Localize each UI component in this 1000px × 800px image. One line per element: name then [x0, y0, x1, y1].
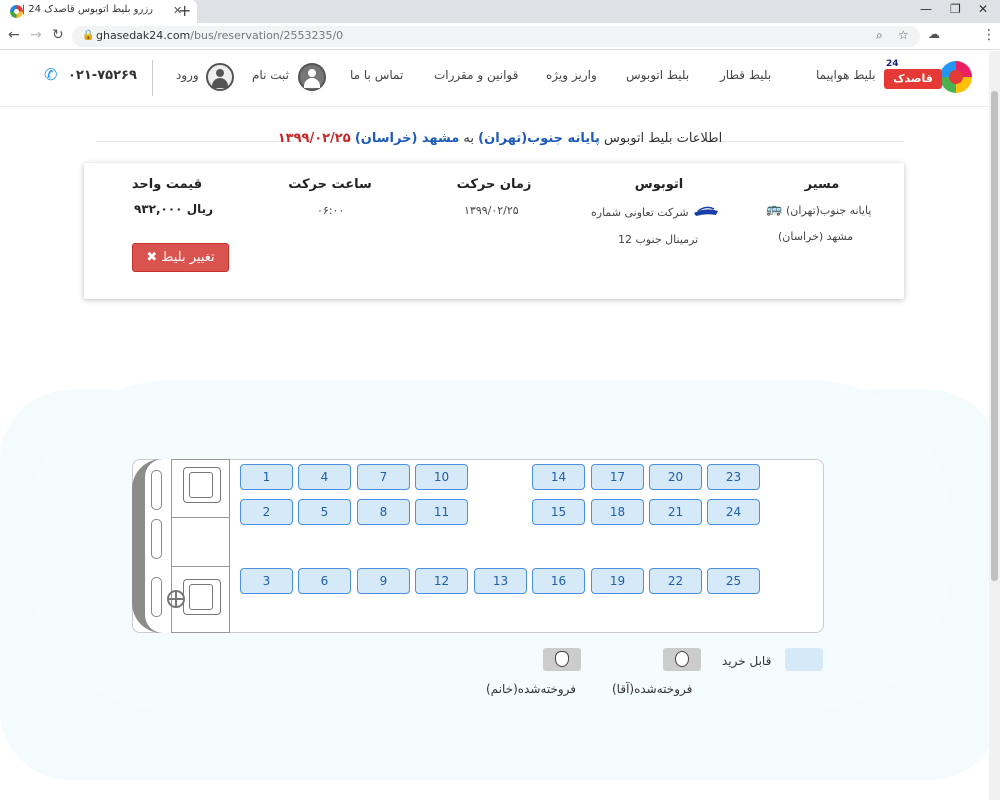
site-logo[interactable]: قاصدک 24: [884, 59, 974, 97]
company-logo-icon: [694, 206, 718, 216]
browser-tab[interactable]: رزرو بلیط اتوبوس قاصدک 24 | ✕: [0, 0, 197, 23]
url-text: ghasedak24.com/bus/reservation/2553235/0: [96, 29, 344, 42]
new-tab-icon[interactable]: +: [178, 1, 191, 20]
forward-icon[interactable]: →: [30, 27, 42, 43]
seat-available[interactable]: 7: [357, 464, 410, 490]
seat-available[interactable]: 5: [298, 499, 351, 525]
time-heading: ساعت حرکت: [288, 177, 372, 192]
register-icon[interactable]: [298, 63, 326, 91]
header-divider: [152, 60, 153, 96]
seat-available[interactable]: 23: [707, 464, 760, 490]
legend-sold-male-label: فروخته‌شده(آقا): [612, 682, 693, 696]
nav-item-flight[interactable]: بلیط هواپیما: [816, 68, 876, 82]
logo-circle-icon: [940, 61, 972, 93]
bus-icon: 🚌: [766, 202, 783, 217]
site-header: قاصدک 24 بلیط هواپیما بلیط قطار بلیط اتو…: [0, 51, 1000, 107]
seat-available[interactable]: 22: [649, 568, 702, 594]
page-scrollbar[interactable]: [989, 51, 1000, 800]
cab-divider: [171, 566, 230, 567]
nav-item-train[interactable]: بلیط قطار: [720, 68, 771, 82]
bus-window: [151, 470, 162, 510]
guide-seat-icon: [183, 467, 221, 503]
seat-available[interactable]: 8: [357, 499, 410, 525]
seat-available[interactable]: 19: [591, 568, 644, 594]
departure-date: ۱۳۹۹/۰۲/۲۵: [464, 204, 519, 217]
reload-icon[interactable]: ↻: [52, 27, 64, 43]
route-heading: مسیر: [804, 177, 840, 192]
seat-available[interactable]: 18: [591, 499, 644, 525]
seat-available[interactable]: 21: [649, 499, 702, 525]
tab-title: رزرو بلیط اتوبوس قاصدک 24 |: [23, 4, 153, 15]
url-input[interactable]: 🔒 ghasedak24.com/bus/reservation/2553235…: [72, 26, 920, 47]
legend-available-swatch: [785, 648, 823, 671]
seat-available[interactable]: 16: [532, 568, 585, 594]
address-bar: ← → ↻ 🔒 ghasedak24.com/bus/reservation/2…: [0, 23, 1000, 50]
seat-available[interactable]: 6: [298, 568, 351, 594]
driver-seat-icon: [183, 579, 221, 615]
seat-available[interactable]: 15: [532, 499, 585, 525]
close-icon: ✖: [146, 250, 158, 265]
bus-heading: اتوبوس: [634, 177, 684, 192]
route-to: مشهد (خراسان): [778, 230, 854, 243]
seat-available[interactable]: 10: [415, 464, 468, 490]
browser-menu-icon[interactable]: ⋮: [982, 27, 996, 43]
seat-available[interactable]: 9: [357, 568, 410, 594]
seat-available[interactable]: 11: [415, 499, 468, 525]
window-close-icon[interactable]: ✕: [978, 2, 988, 16]
register-link[interactable]: ثبت نام: [252, 68, 289, 82]
seat-available[interactable]: 1: [240, 464, 293, 490]
nav-item-deposit[interactable]: واریز ویژه: [546, 68, 597, 82]
bus-window: [151, 577, 162, 617]
price-heading: قیمت واحد: [131, 177, 203, 192]
seat-available[interactable]: 2: [240, 499, 293, 525]
seat-available[interactable]: 20: [649, 464, 702, 490]
back-icon[interactable]: ←: [8, 27, 20, 43]
female-face-icon: [543, 648, 581, 671]
zoom-icon[interactable]: ⌕: [876, 28, 883, 43]
support-phone[interactable]: ۰۲۱-۷۵۲۶۹: [68, 68, 137, 83]
ticket-card: مسیر 🚌 پایانه جنوب(تهران) مشهد (خراسان) …: [84, 163, 904, 299]
legend-available-label: قابل خرید: [722, 654, 772, 668]
seat-available[interactable]: 12: [415, 568, 468, 594]
login-link[interactable]: ورود: [176, 68, 199, 82]
seat-available[interactable]: 13: [474, 568, 527, 594]
lock-icon: 🔒: [82, 30, 95, 41]
steering-wheel-icon: [167, 590, 185, 608]
restore-icon[interactable]: ❐: [950, 2, 961, 16]
bus-window: [151, 519, 162, 559]
date-heading: زمان حرکت: [456, 177, 532, 192]
seat-available[interactable]: 4: [298, 464, 351, 490]
seat-available[interactable]: 24: [707, 499, 760, 525]
seat-available[interactable]: 3: [240, 568, 293, 594]
logo-text: قاصدک: [884, 69, 942, 89]
ticket-info-title: اطلاعات بلیط اتوبوس پایانه جنوب(تهران) ب…: [277, 131, 723, 146]
male-face-icon: [663, 648, 701, 671]
change-ticket-button[interactable]: تغییر بلیط ✖: [132, 243, 229, 272]
login-icon[interactable]: [206, 63, 234, 91]
phone-icon: ✆: [44, 65, 58, 84]
seat-available[interactable]: 25: [707, 568, 760, 594]
nav-item-contact[interactable]: تماس با ما: [350, 68, 403, 82]
minimize-icon[interactable]: —: [920, 2, 932, 16]
bus-company: شرکت تعاونی شماره: [591, 206, 689, 219]
cab-divider: [171, 517, 230, 518]
scrollbar-thumb[interactable]: [991, 91, 998, 581]
browser-tabbar: رزرو بلیط اتوبوس قاصدک 24 | ✕ + — ❐ ✕: [0, 0, 1000, 23]
extension-icon[interactable]: ☁: [928, 27, 940, 41]
favicon-icon: [10, 5, 23, 18]
logo-badge: 24: [886, 59, 899, 69]
seat-available[interactable]: 14: [532, 464, 585, 490]
legend-sold-female-label: فروخته‌شده(خانم): [486, 682, 577, 696]
unit-price: ۹۳۲,۰۰۰ ریال: [134, 202, 214, 216]
departure-time: ۰۶:۰۰: [317, 204, 345, 217]
nav-item-rules[interactable]: قوانین و مقررات: [434, 68, 518, 82]
seat-available[interactable]: 17: [591, 464, 644, 490]
nav-item-bus[interactable]: بلیط اتوبوس: [626, 68, 689, 82]
bus-terminal: 12 ترمینال جنوب: [618, 233, 699, 246]
route-from: پایانه جنوب(تهران): [786, 204, 872, 217]
bookmark-star-icon[interactable]: ☆: [898, 28, 909, 42]
